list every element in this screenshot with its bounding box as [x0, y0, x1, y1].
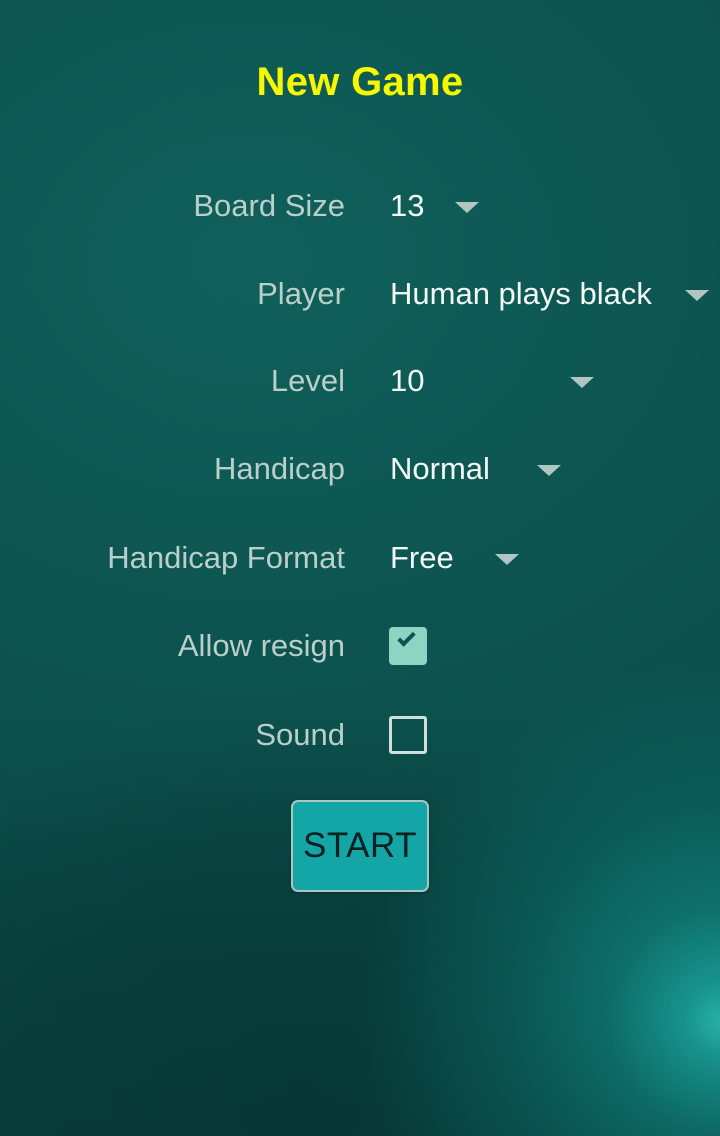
start-button[interactable]: START	[291, 800, 429, 892]
setting-value-handicap[interactable]: Normal	[390, 441, 490, 497]
setting-row-board-size[interactable]: Board Size 13	[0, 178, 720, 234]
chevron-down-icon-level[interactable]	[570, 377, 594, 388]
chevron-down-icon-handicap-format[interactable]	[495, 554, 519, 565]
setting-label-board-size: Board Size	[193, 188, 345, 223]
setting-row-player[interactable]: Player Human plays black	[0, 266, 720, 322]
check-icon	[397, 628, 416, 647]
chevron-down-icon-player[interactable]	[685, 290, 709, 301]
setting-label-handicap-format: Handicap Format	[107, 540, 345, 575]
setting-row-level[interactable]: Level 10	[0, 353, 720, 409]
chevron-down-icon-board-size[interactable]	[455, 202, 479, 213]
setting-label-sound: Sound	[255, 717, 345, 752]
setting-row-sound[interactable]: Sound	[0, 707, 720, 763]
setting-row-handicap-format[interactable]: Handicap Format Free	[0, 530, 720, 586]
setting-label-allow-resign: Allow resign	[177, 628, 345, 663]
setting-label-level: Level	[270, 363, 345, 398]
chevron-down-icon-handicap[interactable]	[537, 465, 561, 476]
setting-label-player: Player	[257, 276, 345, 311]
setting-value-handicap-format[interactable]: Free	[390, 530, 454, 586]
setting-value-player[interactable]: Human plays black	[390, 266, 652, 322]
checkbox-sound[interactable]	[389, 716, 427, 754]
setting-row-handicap[interactable]: Handicap Normal	[0, 441, 720, 497]
setting-value-board-size[interactable]: 13	[390, 178, 424, 234]
checkbox-allow-resign[interactable]	[389, 627, 427, 665]
new-game-screen: New Game Board Size 13 Player Human play…	[0, 0, 720, 1136]
page-title: New Game	[256, 60, 464, 104]
setting-label-handicap: Handicap	[214, 451, 345, 486]
setting-value-level[interactable]: 10	[390, 353, 424, 409]
setting-row-allow-resign[interactable]: Allow resign	[0, 618, 720, 674]
